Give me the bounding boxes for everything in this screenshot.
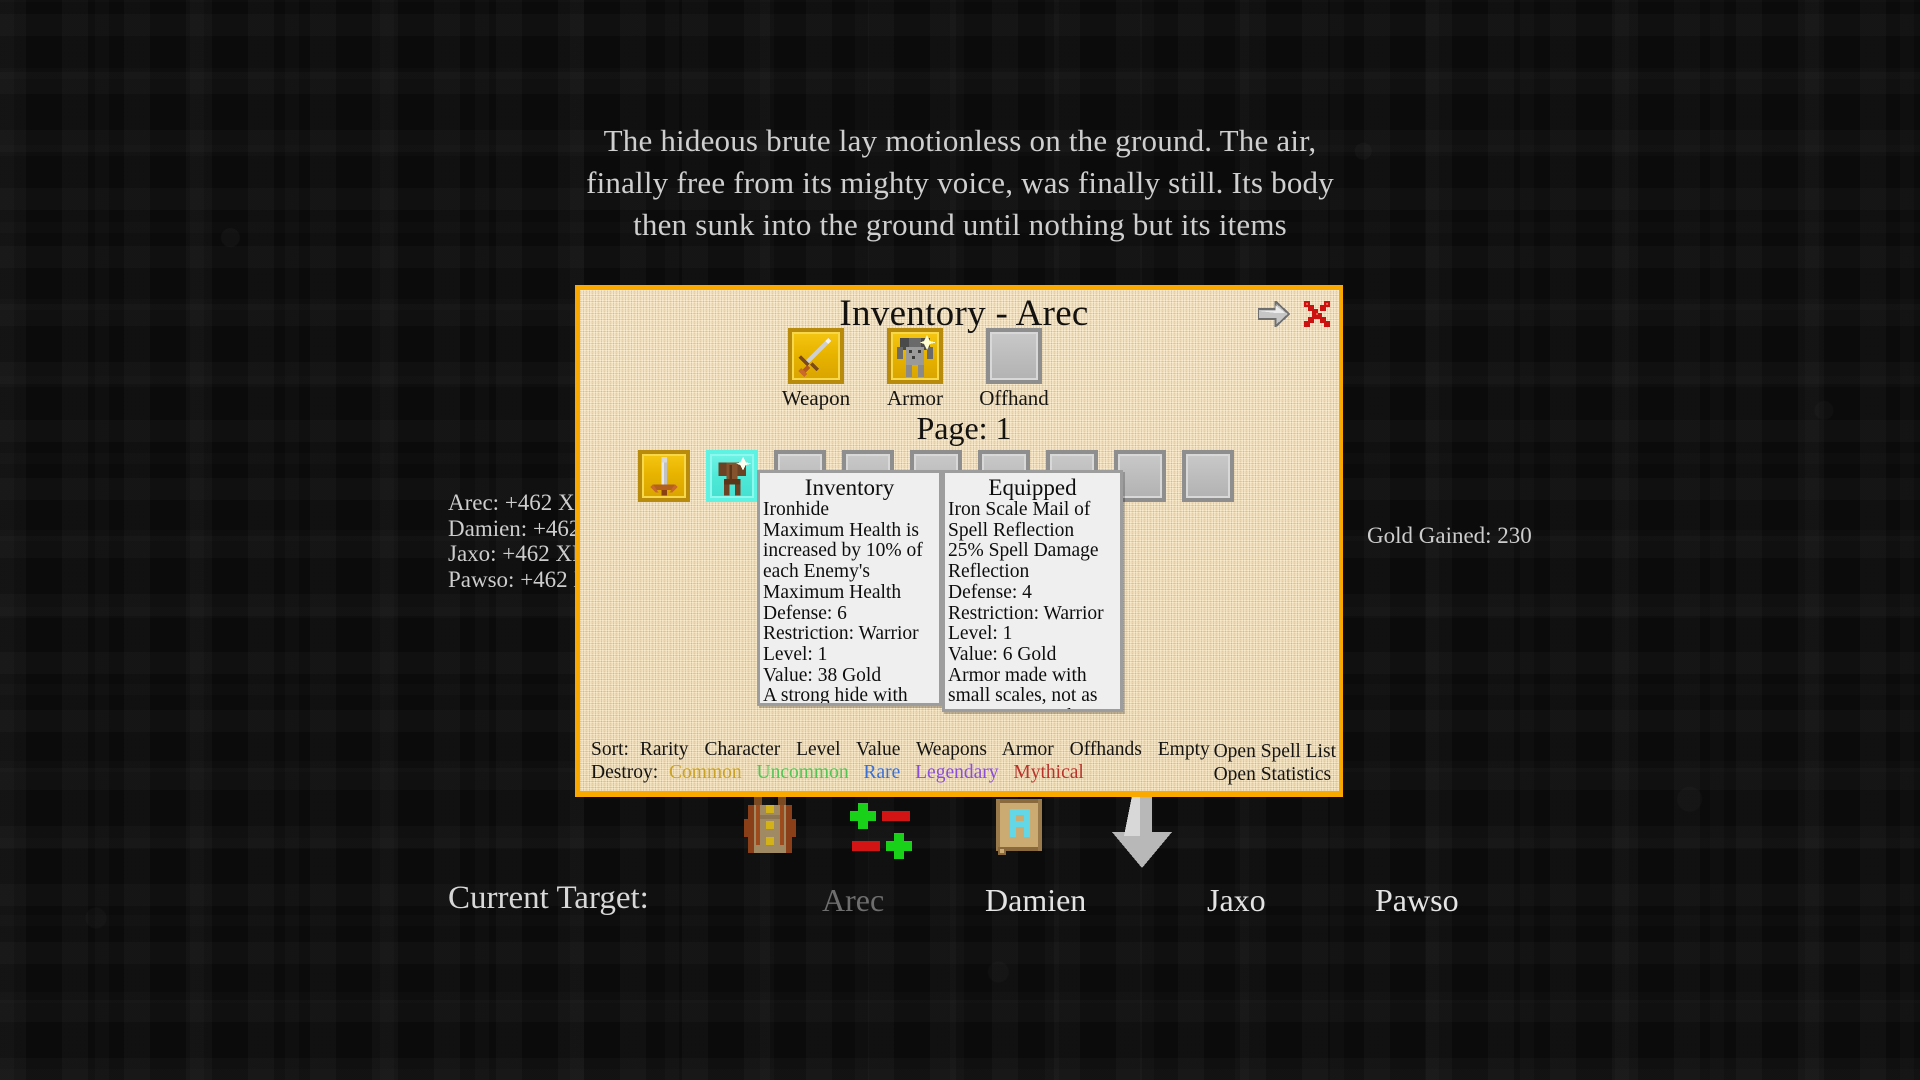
destroy-option-rare[interactable]: Rare <box>863 762 900 783</box>
sort-option-armor[interactable]: Armor <box>1002 739 1054 760</box>
gold-gained-text: Gold Gained: 230 <box>1367 523 1532 548</box>
target-button-pawso[interactable]: Pawso <box>1375 882 1459 919</box>
open-statistics-link[interactable]: Open Statistics <box>1214 763 1336 786</box>
tooltip-equipped-effect: 25% Spell Damage Reflection <box>948 540 1099 583</box>
tooltip-inventory-defense: Defense: 6 <box>763 602 847 624</box>
target-button-damien[interactable]: Damien <box>985 882 1086 919</box>
inventory-window: Inventory - Arec Weapon Armor Offhand Pa… <box>575 285 1343 797</box>
tooltip-inventory-restriction: Restriction: Warrior <box>763 623 919 645</box>
tooltip-inventory-header: Inventory <box>804 475 895 500</box>
current-target-label: Current Target: <box>448 880 649 916</box>
tooltip-equipped-item: Equipped Iron Scale Mail of Spell Reflec… <box>942 470 1123 712</box>
open-spell-list-link[interactable]: Open Spell List <box>1214 740 1336 763</box>
destroy-option-common[interactable]: Common <box>669 762 742 783</box>
equipment-slot-weapon[interactable] <box>788 328 844 384</box>
tooltip-equipped-defense: Defense: 4 <box>948 581 1032 603</box>
tooltip-inventory-name: Ironhide <box>763 499 830 520</box>
sort-option-weapons[interactable]: Weapons <box>916 739 987 760</box>
sort-option-level[interactable]: Level <box>796 739 840 760</box>
sort-option-rarity[interactable]: Rarity <box>640 739 689 760</box>
tooltip-inventory-effect: Maximum Health is increased by 10% of ea… <box>763 519 923 603</box>
tooltip-equipped-level: Level: 1 <box>948 623 1013 645</box>
inventory-footer-links: Open Spell List Open Statistics <box>1214 740 1336 786</box>
tooltip-equipped-header: Equipped <box>988 475 1077 500</box>
tooltip-inventory-value: Value: 38 Gold <box>763 664 882 686</box>
tooltip-inventory-level: Level: 1 <box>763 643 828 665</box>
scale-mail-icon <box>887 328 943 384</box>
equipment-slot-offhand[interactable] <box>986 328 1042 384</box>
sort-label: Sort: <box>591 739 629 760</box>
target-button-arec[interactable]: Arec <box>822 882 884 919</box>
sort-option-offhands[interactable]: Offhands <box>1070 739 1142 760</box>
sort-option-character[interactable]: Character <box>704 739 780 760</box>
sword-icon <box>638 450 690 502</box>
inventory-slot-9[interactable] <box>1182 450 1234 502</box>
narration-text: The hideous brute lay motionless on the … <box>586 123 1334 242</box>
destroy-option-mythical[interactable]: Mythical <box>1013 762 1083 783</box>
page-label: Page: 1 <box>916 410 1012 446</box>
destroy-option-uncommon[interactable]: Uncommon <box>757 762 849 783</box>
target-button-jaxo[interactable]: Jaxo <box>1207 882 1266 919</box>
destroy-label: Destroy: <box>591 762 659 783</box>
equipment-slot-offhand-label: Offhand <box>979 386 1049 410</box>
backpack-icon[interactable] <box>740 795 800 857</box>
tooltip-inventory-flavor: A strong hide with immense resistance <box>763 685 908 706</box>
destroy-option-legendary[interactable]: Legendary <box>915 762 998 783</box>
stats-plus-minus-icon[interactable] <box>850 801 912 859</box>
scroll-down-arrow-icon[interactable] <box>1108 795 1176 873</box>
tooltip-equipped-name: Iron Scale Mail of Spell Reflection <box>948 499 1091 541</box>
inventory-slot-1[interactable] <box>638 450 690 502</box>
close-x-icon[interactable] <box>1302 299 1332 329</box>
game-screen: The hideous brute lay motionless on the … <box>0 0 1920 1080</box>
right-arrow-icon[interactable] <box>1258 301 1291 327</box>
current-target-bar: Current Target: Arec Damien Jaxo Pawso <box>0 880 1920 940</box>
tooltip-inventory-item: Inventory Ironhide Maximum Health is inc… <box>757 470 942 706</box>
tooltip-equipped-value: Value: 6 Gold <box>948 643 1057 665</box>
inventory-slot-2[interactable] <box>706 450 758 502</box>
sort-option-value[interactable]: Value <box>856 739 900 760</box>
empty-slot-icon <box>986 328 1042 384</box>
equipment-slot-row: Weapon Armor Offhand <box>580 328 1348 414</box>
empty-slot-icon <box>1182 450 1234 502</box>
sort-option-empty[interactable]: Empty <box>1158 739 1210 760</box>
tooltip-equipped-flavor: Armor made with small scales, not as pro… <box>948 664 1098 709</box>
leather-armor-icon <box>706 450 758 502</box>
sword-icon <box>788 328 844 384</box>
tooltip-equipped-restriction: Restriction: Warrior <box>948 602 1104 624</box>
equipment-slot-armor[interactable] <box>887 328 943 384</box>
spell-scroll-icon[interactable] <box>990 795 1048 857</box>
